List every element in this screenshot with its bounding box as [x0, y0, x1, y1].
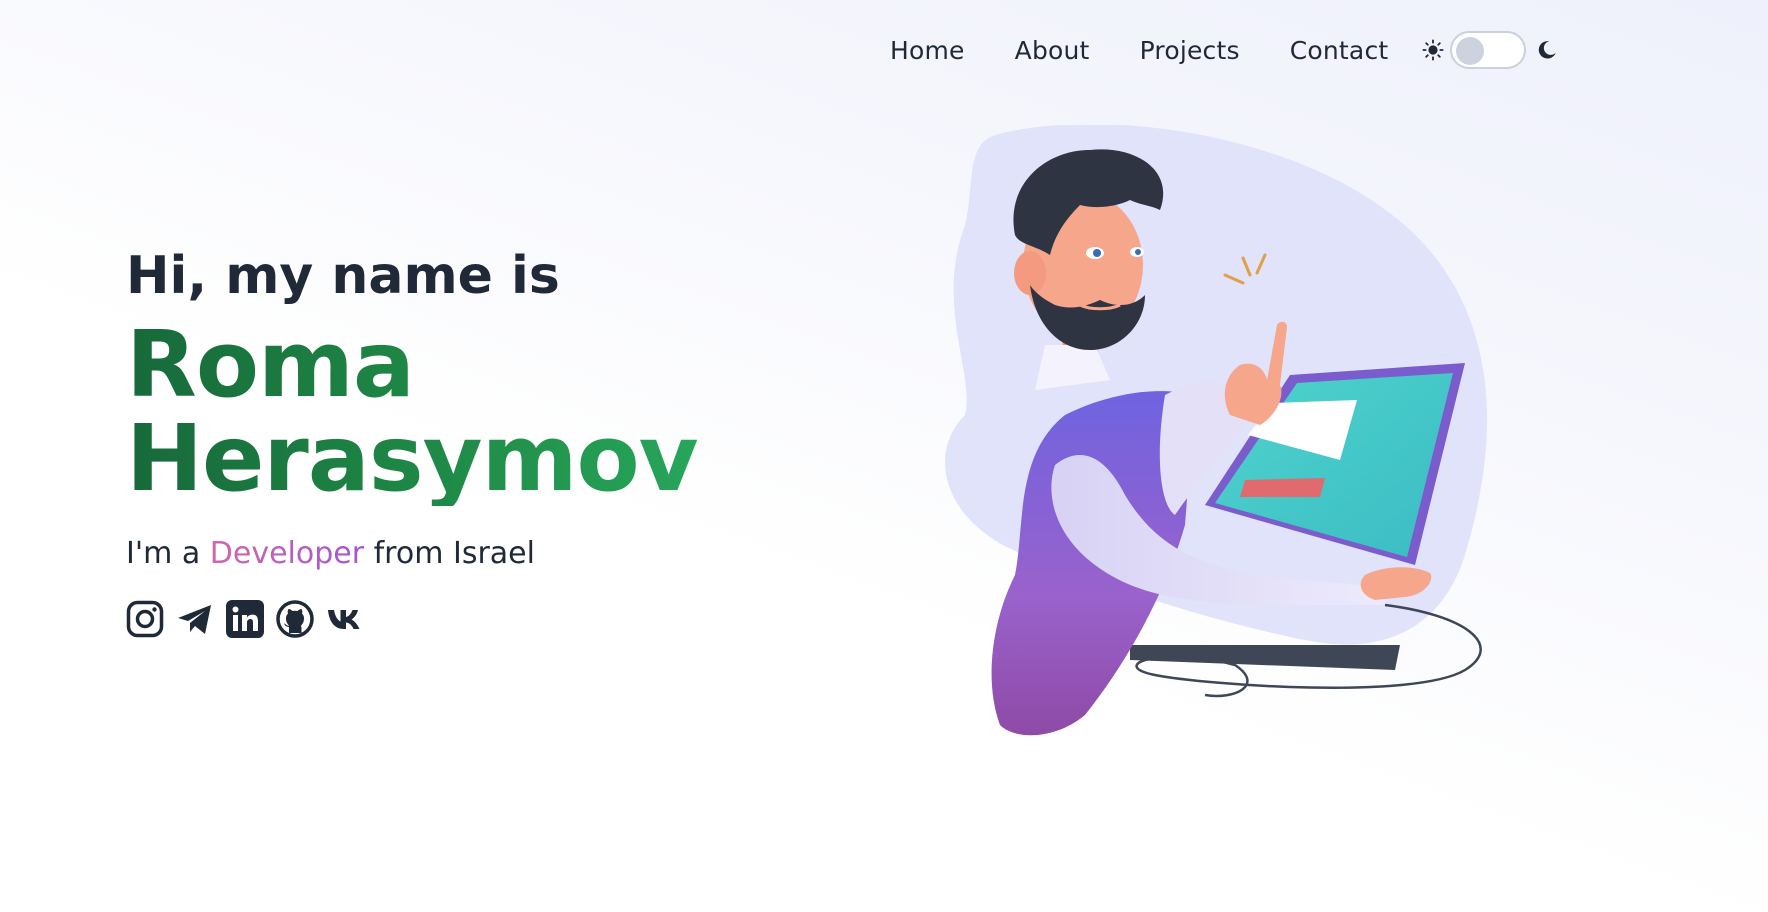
tagline-prefix: I'm a [126, 536, 210, 571]
hero-section: Hi, my name is Roma Herasymov I'm a Deve… [126, 240, 698, 638]
main-nav: Home About Projects Contact [890, 30, 1558, 70]
theme-toggle [1422, 31, 1558, 69]
social-links [126, 600, 698, 638]
name-heading: Roma Herasymov [126, 318, 698, 506]
telegram-icon[interactable] [176, 600, 214, 638]
nav-projects-link[interactable]: Projects [1140, 36, 1240, 65]
theme-switch[interactable] [1450, 31, 1527, 69]
nav-about-link[interactable]: About [1015, 36, 1090, 65]
nav-contact-link[interactable]: Contact [1290, 36, 1389, 65]
tagline-role: Developer [209, 536, 365, 571]
tagline: I'm a Developer from Israel [126, 534, 698, 574]
instagram-icon[interactable] [126, 600, 164, 638]
last-name: Herasymov [126, 405, 698, 512]
nav-home-link[interactable]: Home [890, 36, 965, 65]
github-icon[interactable] [276, 600, 314, 638]
first-name: Roma [126, 311, 414, 418]
sun-icon [1422, 39, 1444, 61]
vk-icon[interactable] [326, 600, 364, 638]
theme-switch-knob [1456, 37, 1485, 65]
moon-icon [1536, 39, 1558, 61]
developer-illustration [905, 124, 1685, 765]
tagline-suffix: from Israel [364, 536, 535, 571]
linkedin-icon[interactable] [226, 600, 264, 638]
greeting-heading: Hi, my name is [126, 246, 560, 306]
